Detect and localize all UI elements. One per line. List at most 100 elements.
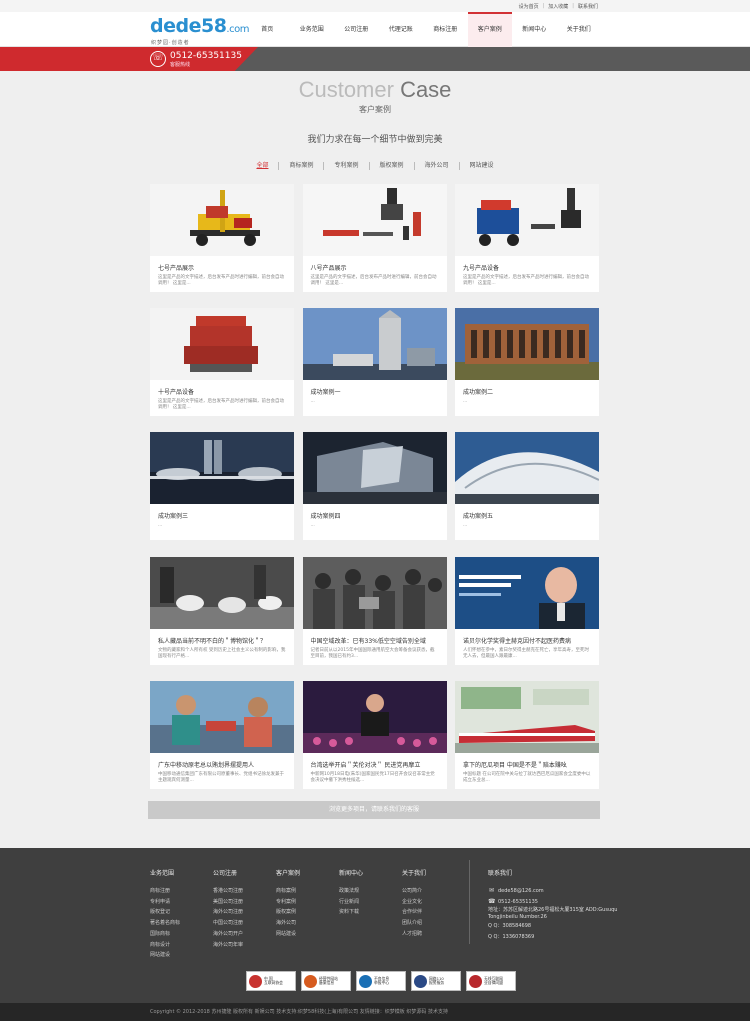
case-desc: 中国移动通信集团广东有限公司原董事长、党组书记徐龙发兼于主题观宾何测量... (158, 772, 284, 783)
contact-us-link[interactable]: 联系我们 (578, 3, 598, 10)
filter-trademark[interactable]: 商标案例 (278, 162, 323, 170)
case-card[interactable]: 广东中移动原老总以贿划界摆提用人 中国移动通信集团广东有限公司原董事长、党组书记… (150, 681, 294, 789)
emblem-icon (249, 974, 262, 988)
case-title: 台湾选举开启＂芙伦对决＂ 民进党再摩立 (310, 762, 421, 769)
badge-internet-society[interactable]: 中 国互联网协会 (246, 971, 296, 991)
case-card[interactable]: 拿下的厄瓜项目 中国是不是＂赔本赚吆 中国标题 在公司在院中关与拉丁就达西巴厄瓜… (455, 681, 599, 789)
case-image-cone-crusher (150, 308, 294, 380)
heading-english: Customer Case (0, 77, 750, 103)
case-title: 成功案例三 (158, 513, 189, 520)
footer-link[interactable]: 网站建设 (150, 950, 180, 961)
filter-all[interactable]: 全部 (246, 162, 278, 170)
footer-link[interactable]: 商标案例 (276, 886, 300, 897)
case-card[interactable]: 成功案例五 ... (455, 432, 599, 540)
nav-item-about[interactable]: 关于我们 (557, 12, 602, 47)
footer-heading: 关于我们 (402, 870, 427, 877)
footer-link[interactable]: 政策法规 (339, 886, 363, 897)
case-image-dogs (150, 557, 294, 629)
footer-col-about: 关于我们 公司简介 企业文化 合作伙伴 团队介绍 人才招聘 (402, 868, 426, 940)
case-title: 十号产品设备 (158, 389, 195, 396)
case-card[interactable]: 七号产品展示 这里是产品的文字描述，后台发布产品时进行编辑，前台会自动调用！ 这… (150, 184, 294, 292)
heading-en-dark: Case (400, 77, 452, 102)
case-title: 拿下的厄瓜项目 中国是不是＂赔本赚吆 (463, 762, 567, 769)
case-desc: 这里是产品的文字描述，后台发布产品时进行编辑，前台会自动调用！ 这里是... (158, 275, 284, 286)
footer-link[interactable]: 行业新闻 (339, 897, 363, 908)
case-desc: 这里是产品的文字描述，后台发布产品时进行编辑，前台会自动调用！ 这里是... (463, 275, 589, 286)
case-card[interactable]: 成功案例三 ... (150, 432, 294, 540)
filter-copyright[interactable]: 版权案例 (368, 162, 414, 170)
nav-item-home[interactable]: 首页 (245, 12, 290, 47)
badge-self-discipline[interactable]: 无线互联网 业自律同盟 (466, 971, 516, 991)
phone-icon: ☎ (488, 897, 496, 905)
footer-link[interactable]: 美国公司注册 (213, 897, 243, 908)
footer-link[interactable]: 海外公司年审 (213, 940, 243, 951)
nav-item-business[interactable]: 业务范围 (290, 12, 335, 47)
footer-link[interactable]: 商标设计 (150, 940, 180, 951)
heading-en-light: Customer (298, 77, 394, 102)
badge-website-record[interactable]: 经营性网站 备案信息 (301, 971, 351, 991)
case-desc: ... (310, 523, 315, 528)
case-title: 中国空域改革：已有33%低空空域告别全域 (310, 638, 426, 645)
badge-report-center[interactable]: 不良信息 举报中心 (356, 971, 406, 991)
nav-item-company-registration[interactable]: 公司注册 (334, 12, 379, 47)
mail-icon: ✉ (488, 887, 495, 894)
case-card[interactable]: 十号产品设备 这里是产品的文字描述，后台发布产品时进行编辑，前台会自动调用！ 这… (150, 308, 294, 416)
filter-website[interactable]: 网站建设 (458, 162, 504, 170)
more-projects-button[interactable]: 浏览更多项目，请联系我们的客服 (148, 801, 600, 819)
logo-main: dede58 (150, 15, 227, 37)
footer-link[interactable]: 商标注册 (150, 886, 180, 897)
footer-link[interactable]: 著名着名商标 (150, 918, 180, 929)
footer-link[interactable]: 专利案例 (276, 897, 300, 908)
footer-link[interactable]: 版权登记 (150, 907, 180, 918)
case-card[interactable]: 成功案例四 ... (302, 432, 447, 540)
footer-link[interactable]: 海外公司开户 (213, 929, 243, 940)
filter-overseas[interactable]: 海外公司 (413, 162, 459, 170)
footer-col-company: 公司注册 香港公司注册 美国公司注册 海外公司注册 中国公司注册 海外公司开户 … (213, 868, 243, 950)
add-favorite-link[interactable]: 加入收藏 (548, 3, 568, 10)
case-card[interactable]: 台湾选举开启＂芙伦对决＂ 民进党再摩立 中新网10月18日电(朱华)国家国民党1… (302, 681, 447, 789)
nav-item-news[interactable]: 新闻中心 (512, 12, 557, 47)
case-desc: 中国标题 在公司在院中关与拉丁就达西巴厄瓜国家会全度委中以成立东业总... (463, 772, 591, 783)
footer-link[interactable]: 网站建设 (276, 929, 300, 940)
footer-contact: 联系我们 ✉ dede58@126.com ☎ 0512-65351135 地址：苏… (488, 868, 618, 943)
footer-link[interactable]: 版权案例 (276, 907, 300, 918)
phone-icon: ☏ (150, 51, 166, 67)
footer-link[interactable]: 海外公司注册 (213, 907, 243, 918)
nav-item-cases[interactable]: 客户案例 (467, 12, 512, 47)
footer-link[interactable]: 香港公司注册 (213, 886, 243, 897)
site-logo[interactable]: dede58.com 织梦园·创造者 (150, 15, 249, 47)
badge-line: 备案信息 (319, 980, 335, 985)
page-heading: Customer Case 客户案例 我们力求在每一个细节中做到完美 全部 商标… (0, 77, 750, 170)
footer-link[interactable]: 专利申请 (150, 897, 180, 908)
case-card[interactable]: 八号产品展示 这里是产品的文字描述，后台发布产品时进行编辑，前台会自动调用！ 这… (302, 184, 447, 292)
footer-link[interactable]: 资料下载 (339, 907, 363, 918)
case-desc: 这里是产品的文字描述，后台发布产品时进行编辑，前台会自动调用！ 这里是... (158, 399, 284, 410)
footer-link[interactable]: 中国公司注册 (213, 918, 243, 929)
case-card[interactable]: 中国空域改革：已有33%低空空域告别全域 记者日前从以2015年中国国际通用航空… (302, 557, 447, 665)
set-homepage-link[interactable]: 设为首页 (519, 3, 539, 10)
category-filters: 全部 商标案例 专利案例 版权案例 海外公司 网站建设 (0, 162, 750, 170)
badge-cyber-police[interactable]: 网络110 报警服务 (411, 971, 461, 991)
slogan: 我们力求在每一个细节中做到完美 (307, 135, 443, 145)
footer-link[interactable]: 海外公司 (276, 918, 300, 929)
case-card[interactable]: 成功案例一 ... (302, 308, 447, 416)
contact-qq2: Q Q：1336078369 (488, 934, 535, 941)
filter-patent[interactable]: 专利案例 (323, 162, 368, 170)
case-card[interactable]: 私人藏品当前不明不白的＂博物馆化＂？ 文物的藏家和个人所有权 受到历史上社会主义… (150, 557, 294, 665)
footer-heading: 公司注册 (213, 870, 238, 877)
case-title: 成功案例五 (463, 513, 494, 520)
case-card[interactable]: 九号产品设备 这里是产品的文字描述，后台发布产品时进行编辑，前台会自动调用！ 这… (455, 184, 599, 292)
contact-email[interactable]: dede58@126.com (498, 886, 544, 897)
footer-heading: 客户案例 (276, 870, 301, 877)
case-card[interactable]: 诺贝尔化学奖得主赫克因付不起医药费病 人们怀想在参中，素日尔奖得主赫克在死亡，享… (455, 557, 599, 665)
footer-link[interactable]: 团队介绍 (402, 918, 426, 929)
footer-link[interactable]: 公司简介 (402, 886, 426, 897)
case-desc: 记者日前从以2015年中国国际通用航空大会筹备会议获悉，截至目前，我国已有约3.… (310, 648, 435, 659)
nav-item-trademark[interactable]: 商标注册 (423, 12, 468, 47)
footer-link[interactable]: 合作伙伴 (402, 907, 426, 918)
case-card[interactable]: 成功案例二 ... (455, 308, 599, 416)
nav-item-bookkeeping[interactable]: 代理记账 (379, 12, 424, 47)
footer-link[interactable]: 人才招聘 (402, 929, 426, 940)
footer-link[interactable]: 国际商标 (150, 929, 180, 940)
footer-link[interactable]: 企业文化 (402, 897, 426, 908)
